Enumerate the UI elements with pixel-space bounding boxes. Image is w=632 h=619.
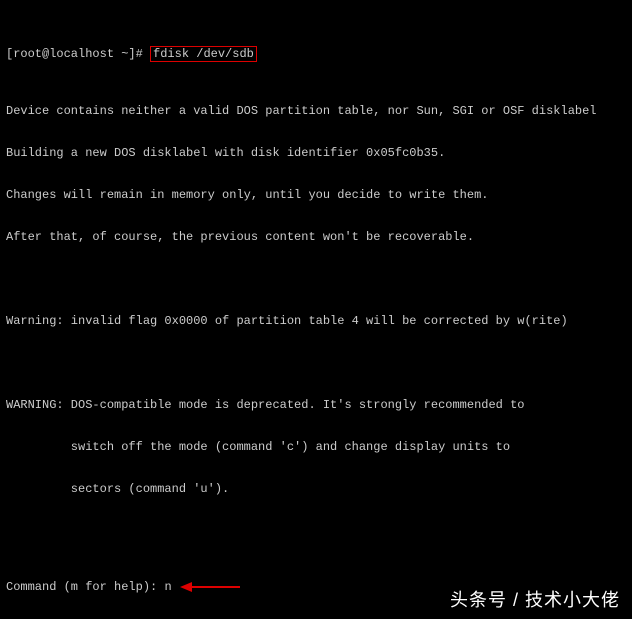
output-line: [6, 272, 626, 286]
output-line: Changes will remain in memory only, unti…: [6, 188, 626, 202]
typed-command[interactable]: fdisk /dev/sdb: [150, 46, 257, 62]
output-line: After that, of course, the previous cont…: [6, 230, 626, 244]
user-input[interactable]: n: [164, 580, 171, 594]
output-line: sectors (command 'u').: [6, 482, 626, 496]
fdisk-prompt: Command (m for help):: [6, 580, 164, 594]
output-line: Warning: invalid flag 0x0000 of partitio…: [6, 314, 626, 328]
watermark-text: 头条号 / 技术小大佬: [450, 593, 620, 607]
output-line: Building a new DOS disklabel with disk i…: [6, 146, 626, 160]
output-line: [6, 524, 626, 538]
shell-prompt-line: [root@localhost ~]# fdisk /dev/sdb: [6, 46, 626, 62]
output-line: switch off the mode (command 'c') and ch…: [6, 440, 626, 454]
output-line: [6, 356, 626, 370]
output-line: WARNING: DOS-compatible mode is deprecat…: [6, 398, 626, 412]
shell-prompt: [root@localhost ~]#: [6, 47, 150, 61]
output-line: Device contains neither a valid DOS part…: [6, 104, 626, 118]
terminal-output: [root@localhost ~]# fdisk /dev/sdb Devic…: [0, 0, 632, 619]
